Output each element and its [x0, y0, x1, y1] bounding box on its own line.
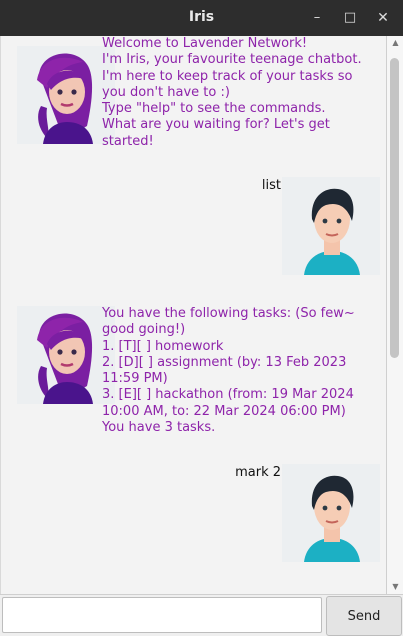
user-avatar-image [282, 177, 380, 275]
chat-area: Welcome to Lavender Network! I'm Iris, y… [0, 36, 387, 594]
scroll-up-icon[interactable]: ▲ [387, 36, 403, 50]
user-avatar [282, 177, 380, 275]
iris-message: You have the following tasks: (So few~ g… [102, 306, 355, 436]
iris-message: Welcome to Lavender Network! I'm Iris, y… [102, 36, 362, 149]
title-bar: Iris – □ ✕ [0, 0, 403, 36]
maximize-icon[interactable]: □ [340, 8, 360, 28]
iris-avatar-image [17, 306, 115, 404]
close-icon[interactable]: ✕ [373, 8, 393, 28]
iris-avatar [17, 46, 115, 144]
user-message: list [261, 178, 281, 193]
user-avatar [282, 464, 380, 562]
scroll-down-icon[interactable]: ▼ [387, 580, 403, 594]
iris-avatar [17, 306, 115, 404]
iris-avatar-image [17, 46, 115, 144]
chat-scrollbar[interactable]: ▲ ▼ [386, 36, 403, 594]
send-button[interactable]: Send [326, 596, 402, 636]
app-window: Iris – □ ✕ Welcome to Lavender Network! … [0, 0, 403, 636]
minimize-icon[interactable]: – [307, 8, 327, 28]
message-input[interactable] [2, 597, 322, 633]
user-avatar-image [282, 464, 380, 562]
input-bar: Send [0, 594, 403, 636]
scrollbar-thumb[interactable] [390, 58, 399, 358]
user-message: mark 2 [235, 465, 281, 480]
